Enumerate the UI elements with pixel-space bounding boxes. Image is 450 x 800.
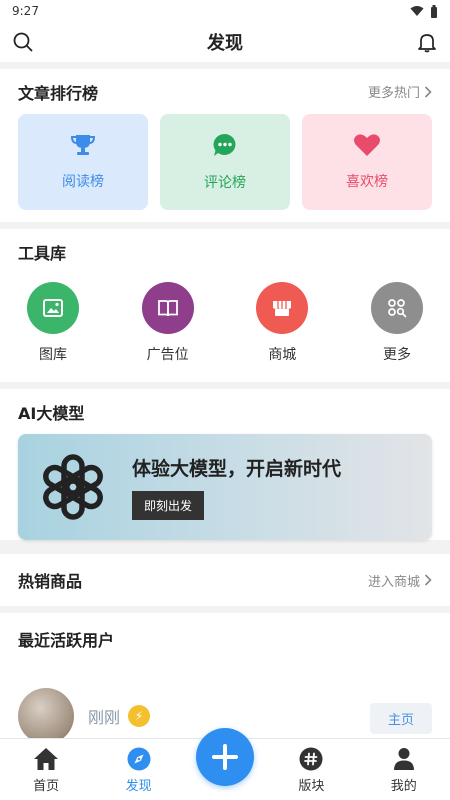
rank-card-comment[interactable]: 评论榜: [160, 114, 290, 210]
tool-ad-slot[interactable]: 广告位: [133, 282, 203, 364]
page-title: 发现: [207, 33, 243, 54]
active-users-title: 最近活跃用户: [18, 631, 115, 650]
start-now-button[interactable]: 即刻出发: [132, 491, 205, 520]
heart-icon: [354, 134, 380, 156]
tool-icon-circle: [370, 282, 423, 334]
rank-card-label: 评论榜: [204, 175, 246, 191]
more-grid-icon: [388, 299, 407, 318]
search-icon: [13, 32, 33, 52]
enter-shop-label: 进入商城: [367, 574, 420, 590]
app-header: 发现: [0, 22, 450, 62]
nav-label: 我的: [390, 779, 417, 794]
book-icon: [157, 300, 178, 317]
tools-section: 工具库 图库 广告位 商城 更多: [0, 229, 450, 382]
user-homepage-button[interactable]: 主页: [369, 703, 432, 734]
ranking-section: 文章排行榜 更多热门 阅读榜 评论榜 喜欢榜: [0, 69, 450, 222]
ai-section: AI大模型 体验大模型，开启新时代 即刻出发: [0, 389, 450, 540]
avatar[interactable]: [18, 688, 74, 744]
bell-icon: [418, 34, 436, 53]
chevron-right-icon: [424, 85, 432, 98]
rank-card-like[interactable]: 喜欢榜: [302, 114, 432, 210]
ai-headline: 体验大模型，开启新时代: [132, 458, 342, 480]
bottom-nav: 首页 发现 版块 我的: [0, 728, 450, 800]
rank-cards: 阅读榜 评论榜 喜欢榜: [18, 114, 432, 222]
tool-icon-circle: [256, 282, 309, 334]
wifi-icon: [410, 6, 424, 16]
products-header: 热销商品 进入商城: [18, 554, 432, 606]
active-users-header: 最近活跃用户: [18, 613, 432, 665]
rank-card-label: 阅读榜: [62, 174, 104, 190]
status-bar: 9:27: [0, 0, 450, 22]
nav-label: 发现: [125, 779, 152, 794]
nav-board[interactable]: 版块: [276, 747, 346, 794]
ranking-header: 文章排行榜 更多热门: [18, 69, 432, 114]
rank-card-label: 喜欢榜: [346, 174, 388, 190]
nav-label: 首页: [33, 779, 60, 794]
nav-label: 版块: [298, 779, 325, 794]
tool-label: 商城: [268, 347, 297, 363]
tool-label: 图库: [39, 347, 67, 363]
products-title: 热销商品: [18, 572, 83, 591]
image-icon: [43, 299, 63, 317]
tool-label: 更多: [382, 347, 411, 363]
user-name-wrap: 刚刚 ⚡: [88, 704, 151, 728]
notification-button[interactable]: [414, 29, 440, 55]
tool-gallery[interactable]: 图库: [18, 282, 88, 364]
ranking-title: 文章排行榜: [18, 83, 99, 103]
trophy-icon: [70, 135, 96, 155]
user-name: 刚刚: [88, 708, 121, 727]
tools-grid: 图库 广告位 商城 更多: [18, 274, 432, 382]
more-hot-label: 更多热门: [367, 86, 420, 101]
status-icons: [410, 4, 438, 18]
ai-banner-text: 体验大模型，开启新时代 即刻出发: [132, 454, 341, 520]
ai-header: AI大模型: [18, 389, 432, 434]
nav-discover[interactable]: 发现: [104, 747, 174, 794]
more-hot-link[interactable]: 更多热门: [368, 82, 432, 101]
tools-header: 工具库: [18, 229, 432, 274]
search-button[interactable]: [10, 29, 36, 55]
tool-label: 广告位: [146, 347, 189, 363]
tool-shop[interactable]: 商城: [247, 282, 317, 364]
ai-title: AI大模型: [18, 403, 85, 423]
nav-mine[interactable]: 我的: [369, 747, 439, 794]
nav-home[interactable]: 首页: [11, 747, 81, 794]
tool-icon-circle: [141, 282, 194, 334]
products-section: 热销商品 进入商城: [0, 554, 450, 606]
status-time: 9:27: [12, 4, 39, 18]
comment-icon: [213, 133, 236, 156]
tool-icon-circle: [27, 282, 79, 334]
enter-shop-link[interactable]: 进入商城: [368, 571, 432, 590]
openai-logo-icon: [43, 454, 103, 520]
lightning-badge-icon: ⚡: [128, 705, 151, 727]
compass-icon: [127, 747, 151, 771]
rank-card-read[interactable]: 阅读榜: [18, 114, 148, 210]
home-icon: [34, 748, 59, 770]
ai-banner[interactable]: 体验大模型，开启新时代 即刻出发: [18, 434, 432, 540]
add-post-button[interactable]: [195, 728, 254, 786]
tool-more[interactable]: 更多: [362, 282, 432, 364]
hashtag-icon: [299, 747, 323, 771]
user-icon: [393, 748, 414, 770]
chevron-right-icon: [424, 574, 432, 586]
shop-icon: [273, 301, 292, 316]
tools-title: 工具库: [18, 243, 67, 263]
plus-icon: [211, 744, 238, 770]
battery-icon: [431, 4, 437, 18]
